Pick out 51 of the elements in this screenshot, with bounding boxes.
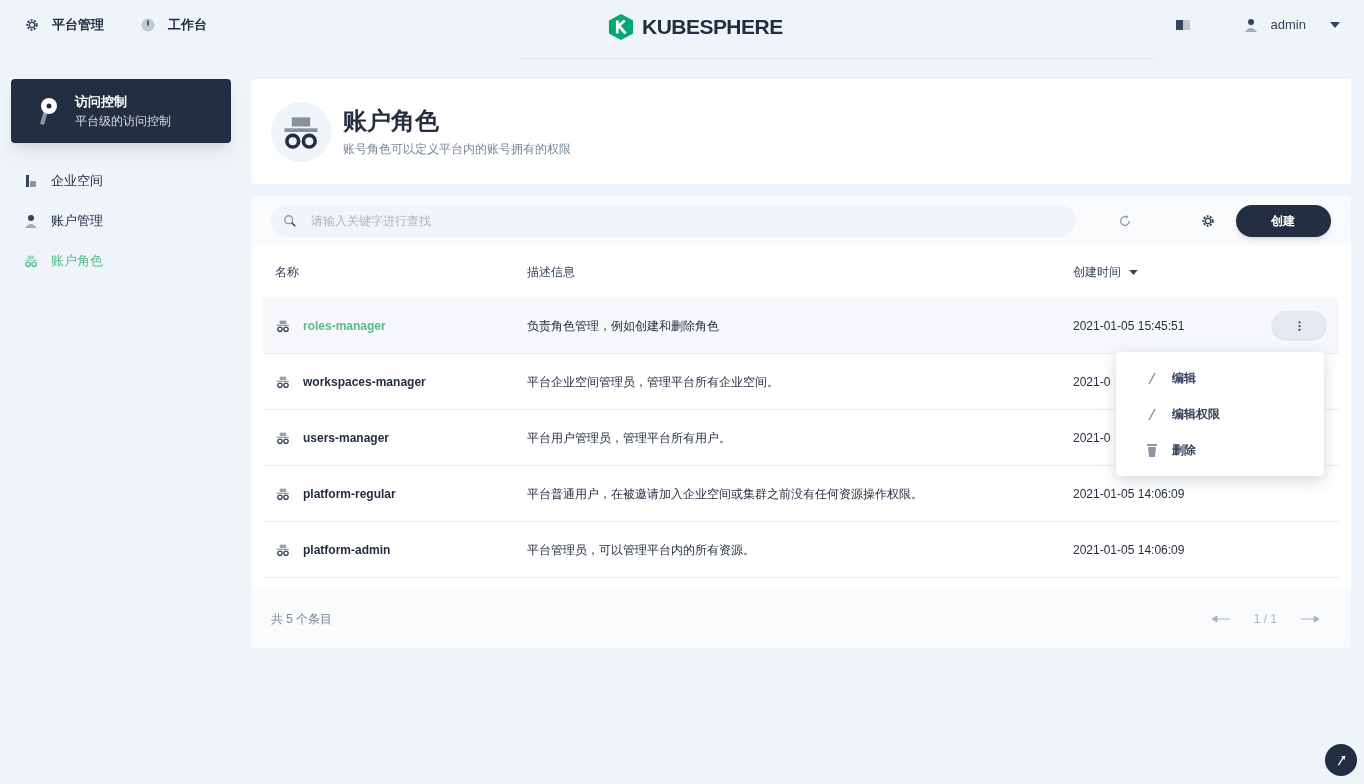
total-count: 共 5 个条目: [271, 611, 333, 628]
table-cell: 2021-0: [1073, 430, 1111, 445]
settings-icon: [1199, 213, 1216, 229]
role-name[interactable]: platform-regular: [303, 484, 396, 503]
role-name[interactable]: workspaces-manager: [303, 372, 426, 391]
dashboard-icon: [140, 17, 156, 33]
search-field[interactable]: 请输入关键字进行查找: [271, 205, 1076, 237]
sidebar-card-subtitle: 平台级的访问控制: [75, 112, 171, 130]
create-button[interactable]: 创建: [1235, 205, 1331, 237]
refresh-icon[interactable]: [1117, 214, 1132, 228]
user-menu[interactable]: admin: [1242, 15, 1340, 35]
trash-icon: [1144, 442, 1160, 458]
spy-icon: [23, 253, 39, 269]
table-cell-text: 平台管理员，可以管理平台内的所有资源。: [527, 541, 756, 559]
user-icon: [23, 213, 39, 229]
user-icon: [1242, 17, 1259, 33]
logo-icon: [608, 12, 634, 41]
table-cell: 2021-01-05 15:45:51: [1073, 318, 1185, 333]
sidebar-item[interactable]: 账户管理: [11, 203, 231, 239]
settings-button[interactable]: [1199, 213, 1216, 229]
table-cell-text: 平台普通用户，在被邀请加入企业空间或集群之前没有任何资源操作权限。: [527, 485, 924, 503]
sidebar-card-title: 访问控制: [75, 93, 128, 112]
previous-page-icon[interactable]: [1211, 615, 1230, 623]
toolbox-button[interactable]: [1325, 744, 1357, 776]
table-cell: 2021-01-05 14:06:09: [1073, 486, 1185, 501]
nav-link[interactable]: 工作台: [140, 15, 207, 35]
page-indicator: 1 / 1: [1253, 611, 1277, 628]
caret-icon: [1330, 22, 1340, 28]
next-page-icon[interactable]: [1301, 615, 1319, 623]
table-cell: 2021-0: [1073, 374, 1111, 389]
page-title: 账户角色: [343, 105, 440, 136]
role-name[interactable]: users-manager: [303, 428, 390, 447]
column-header: 描述信息: [527, 264, 576, 281]
table-cell: 2021-01-05 14:06:09: [1073, 542, 1185, 557]
book-icon[interactable]: [1174, 17, 1191, 33]
table-cell-text: 平台企业空间管理员，管理平台所有企业空间。: [527, 373, 780, 391]
more-icon: [1297, 319, 1301, 332]
logo-text: KUBESPHERE: [642, 14, 783, 40]
sidebar-item[interactable]: 企业空间: [11, 163, 231, 199]
page-description: 账号角色可以定义平台内的账号拥有的权限: [343, 140, 571, 158]
table-cell-text: 负责角色管理，例如创建和删除角色: [527, 317, 720, 335]
settings-icon: [24, 17, 40, 33]
nav-link[interactable]: 平台管理: [24, 15, 104, 35]
building-icon: [23, 173, 39, 189]
column-header: 名称: [275, 264, 300, 281]
sort-icon: [1129, 269, 1138, 275]
column-header[interactable]: 创建时间: [1073, 263, 1138, 281]
menu-item[interactable]: 删除: [1116, 432, 1324, 468]
role-name[interactable]: platform-admin: [303, 540, 391, 559]
table-cell-text: 平台用户管理员，管理平台所有用户。: [527, 429, 732, 447]
menu-item[interactable]: 编辑: [1116, 360, 1324, 396]
